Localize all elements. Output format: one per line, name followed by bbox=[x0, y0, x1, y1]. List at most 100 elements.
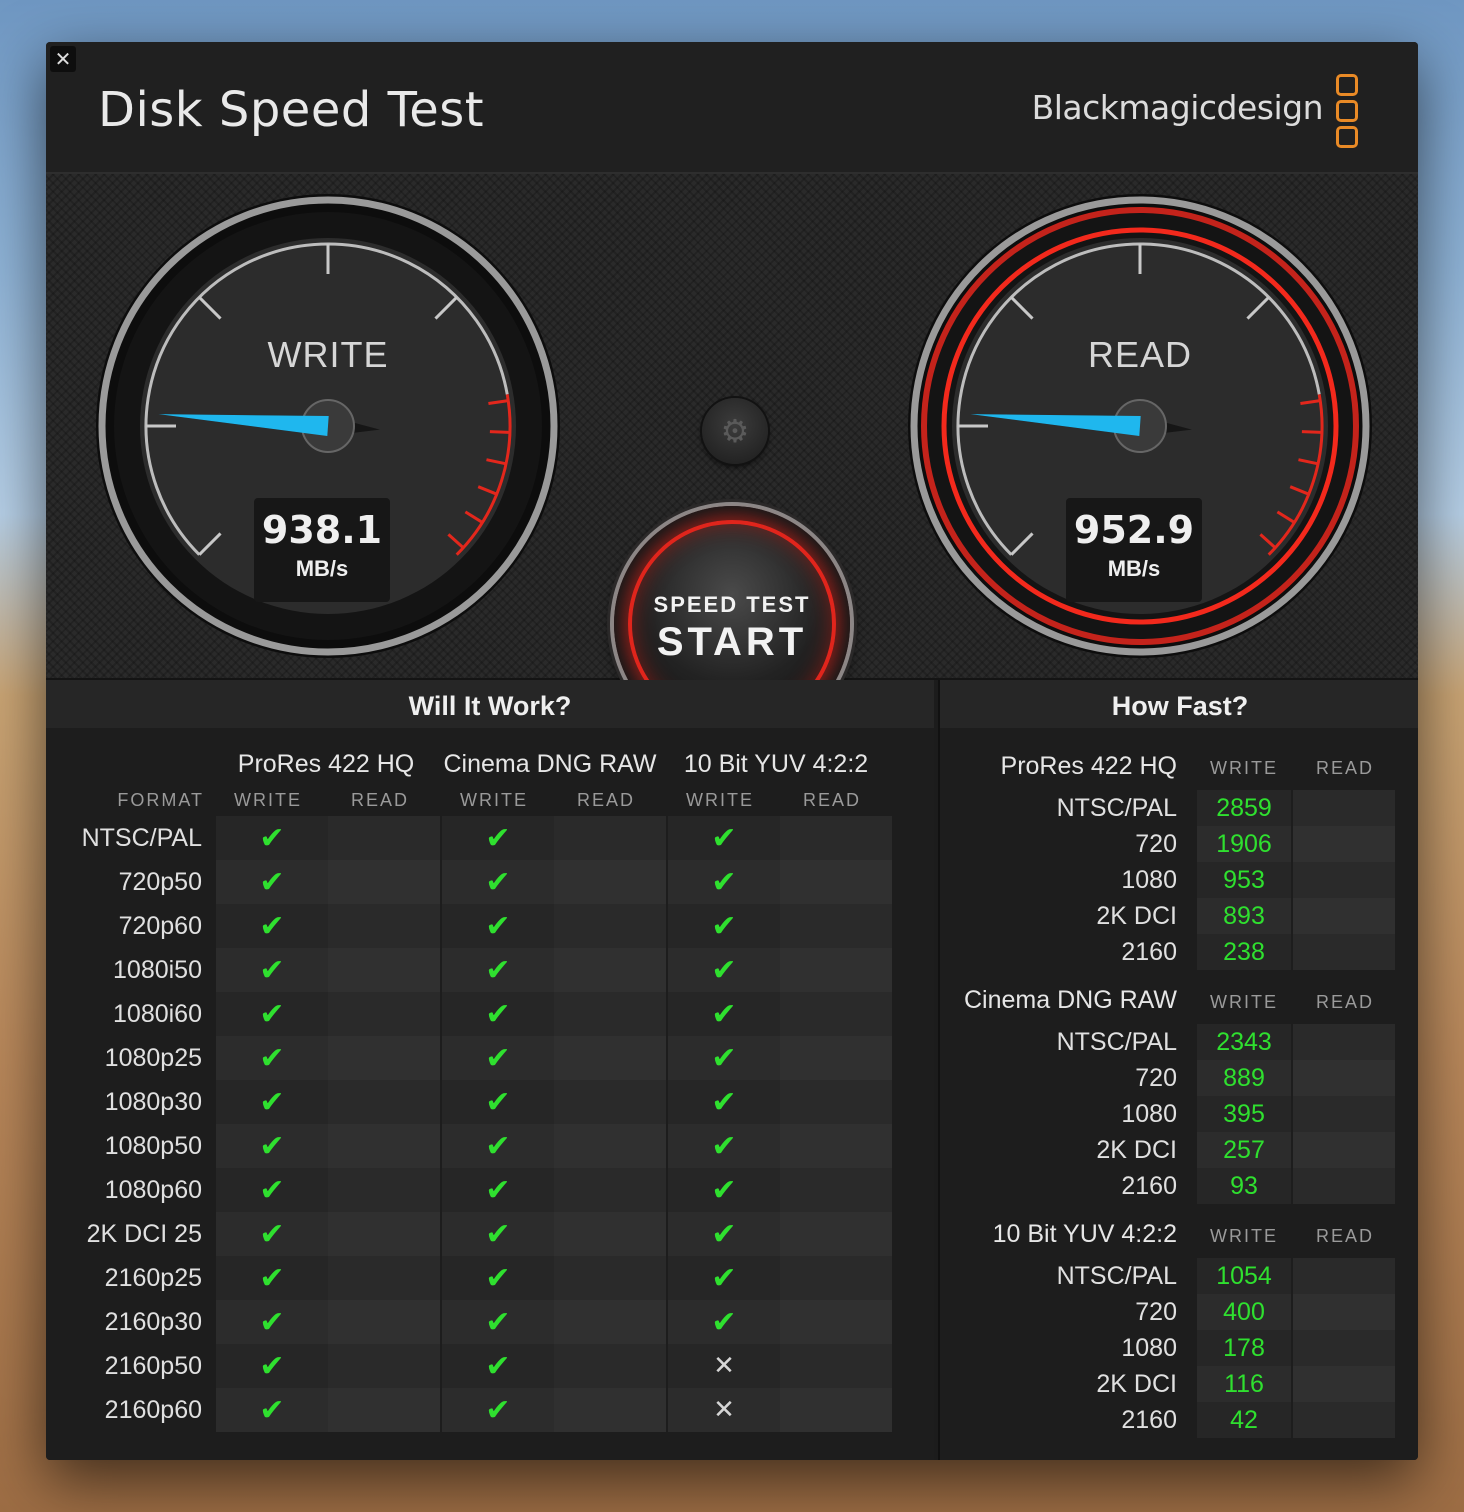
write-fps-value: 238 bbox=[1197, 934, 1291, 970]
check-icon: ✔ bbox=[485, 1260, 511, 1296]
read-cell bbox=[780, 1124, 892, 1168]
write-cell: ✔ bbox=[442, 1124, 554, 1168]
format-header: FORMAT bbox=[117, 790, 204, 810]
write-fps-value: 178 bbox=[1197, 1330, 1291, 1366]
write-cell: ✔ bbox=[442, 816, 554, 860]
resolution-label: NTSC/PAL bbox=[1056, 794, 1177, 822]
write-cell: ✔ bbox=[216, 948, 328, 992]
check-icon: ✔ bbox=[711, 1216, 737, 1252]
read-cell bbox=[780, 1256, 892, 1300]
write-cell: ✔ bbox=[442, 1212, 554, 1256]
read-cell bbox=[780, 860, 892, 904]
write-speed-value: 938.1 bbox=[261, 508, 383, 552]
write-fps-value: 893 bbox=[1197, 898, 1291, 934]
check-icon: ✔ bbox=[259, 864, 285, 900]
cross-icon: ✕ bbox=[713, 1395, 735, 1425]
speed-group-title: ProRes 422 HQ bbox=[1000, 752, 1177, 780]
write-fps-value: 400 bbox=[1197, 1294, 1291, 1330]
write-cell: ✔ bbox=[668, 860, 780, 904]
cross-icon: ✕ bbox=[713, 1351, 735, 1381]
read-fps-value bbox=[1293, 1168, 1395, 1204]
close-button[interactable]: ✕ bbox=[50, 46, 76, 72]
write-cell: ✔ bbox=[442, 948, 554, 992]
speed-row: 2K DCI 116 bbox=[940, 1366, 1418, 1402]
brand-logo-icon bbox=[1336, 74, 1358, 152]
write-cell: ✔ bbox=[216, 1212, 328, 1256]
check-icon: ✔ bbox=[485, 1040, 511, 1076]
check-icon: ✔ bbox=[711, 820, 737, 856]
check-icon: ✔ bbox=[711, 996, 737, 1032]
will-read-header-2: READ bbox=[576, 790, 635, 810]
write-fps-value: 93 bbox=[1197, 1168, 1291, 1204]
table-row: NTSC/PAL ✔ ✔ ✔ bbox=[46, 816, 934, 860]
write-cell: ✔ bbox=[216, 1344, 328, 1388]
check-icon: ✔ bbox=[711, 1084, 737, 1120]
gauge-red-tick bbox=[489, 430, 510, 434]
read-fps-value bbox=[1293, 1402, 1395, 1438]
read-fps-value bbox=[1293, 1024, 1395, 1060]
read-cell bbox=[328, 904, 440, 948]
read-cell bbox=[554, 992, 666, 1036]
read-fps-value bbox=[1293, 1330, 1395, 1366]
write-cell: ✔ bbox=[442, 1300, 554, 1344]
read-fps-value bbox=[1293, 934, 1395, 970]
check-icon: ✔ bbox=[259, 908, 285, 944]
write-cell: ✔ bbox=[668, 1256, 780, 1300]
write-gauge-label: WRITE bbox=[267, 334, 389, 375]
table-row: 2160p25 ✔ ✔ ✔ bbox=[46, 1256, 934, 1300]
resolution-label: 2160 bbox=[1121, 1406, 1177, 1434]
speed-row: NTSC/PAL 2859 bbox=[940, 790, 1418, 826]
read-cell bbox=[328, 1036, 440, 1080]
fast-write-header: WRITE bbox=[1210, 1226, 1278, 1246]
check-icon: ✔ bbox=[259, 1128, 285, 1164]
table-row: 720p50 ✔ ✔ ✔ bbox=[46, 860, 934, 904]
write-fps-value: 953 bbox=[1197, 862, 1291, 898]
write-cell: ✔ bbox=[442, 1080, 554, 1124]
brand-name: Blackmagicdesign bbox=[1031, 88, 1324, 127]
write-cell: ✔ bbox=[668, 1124, 780, 1168]
table-row: 720p60 ✔ ✔ ✔ bbox=[46, 904, 934, 948]
check-icon: ✔ bbox=[485, 1128, 511, 1164]
speed-row: 2K DCI 893 bbox=[940, 898, 1418, 934]
write-cell: ✔ bbox=[668, 1212, 780, 1256]
speed-row: NTSC/PAL 1054 bbox=[940, 1258, 1418, 1294]
check-icon: ✔ bbox=[259, 996, 285, 1032]
start-button-label: START bbox=[656, 620, 808, 664]
format-label: 1080i50 bbox=[113, 956, 202, 984]
read-cell bbox=[554, 904, 666, 948]
settings-gear-button[interactable]: ⚙ bbox=[702, 398, 768, 464]
check-icon: ✔ bbox=[711, 1128, 737, 1164]
table-row: 1080i50 ✔ ✔ ✔ bbox=[46, 948, 934, 992]
read-cell bbox=[780, 1344, 892, 1388]
will-write-header-2: WRITE bbox=[460, 790, 528, 810]
write-fps-value: 395 bbox=[1197, 1096, 1291, 1132]
check-icon: ✔ bbox=[259, 1392, 285, 1428]
check-icon: ✔ bbox=[711, 1172, 737, 1208]
read-gauge-label: READ bbox=[1087, 334, 1193, 375]
gauge-red-tick bbox=[1301, 430, 1322, 434]
write-cell: ✔ bbox=[668, 816, 780, 860]
check-icon: ✔ bbox=[259, 1084, 285, 1120]
write-cell: ✔ bbox=[442, 1256, 554, 1300]
read-gauge: READ 952.9 MB/s bbox=[900, 186, 1380, 666]
write-cell: ✔ bbox=[442, 904, 554, 948]
fast-read-header: READ bbox=[1315, 758, 1374, 778]
fast-write-header: WRITE bbox=[1210, 992, 1278, 1012]
write-cell: ✔ bbox=[668, 948, 780, 992]
speed-row: 2160 238 bbox=[940, 934, 1418, 970]
read-cell bbox=[780, 1168, 892, 1212]
will-it-work-panel: Will It Work? ProRes 422 HQ Cinema DNG R… bbox=[46, 680, 934, 1460]
write-cell: ✔ bbox=[442, 1168, 554, 1212]
speed-row: NTSC/PAL 2343 bbox=[940, 1024, 1418, 1060]
read-fps-value bbox=[1293, 862, 1395, 898]
write-cell: ✕ bbox=[668, 1388, 780, 1432]
resolution-label: 720 bbox=[1135, 830, 1177, 858]
check-icon: ✔ bbox=[259, 1040, 285, 1076]
table-row: 2160p50 ✔ ✔ ✕ bbox=[46, 1344, 934, 1388]
write-speed-unit: MB/s bbox=[295, 556, 349, 581]
read-cell bbox=[328, 1168, 440, 1212]
read-fps-value bbox=[1293, 1096, 1395, 1132]
check-icon: ✔ bbox=[711, 864, 737, 900]
read-readout: 952.9 MB/s bbox=[1066, 498, 1202, 602]
read-speed-unit: MB/s bbox=[1107, 556, 1161, 581]
